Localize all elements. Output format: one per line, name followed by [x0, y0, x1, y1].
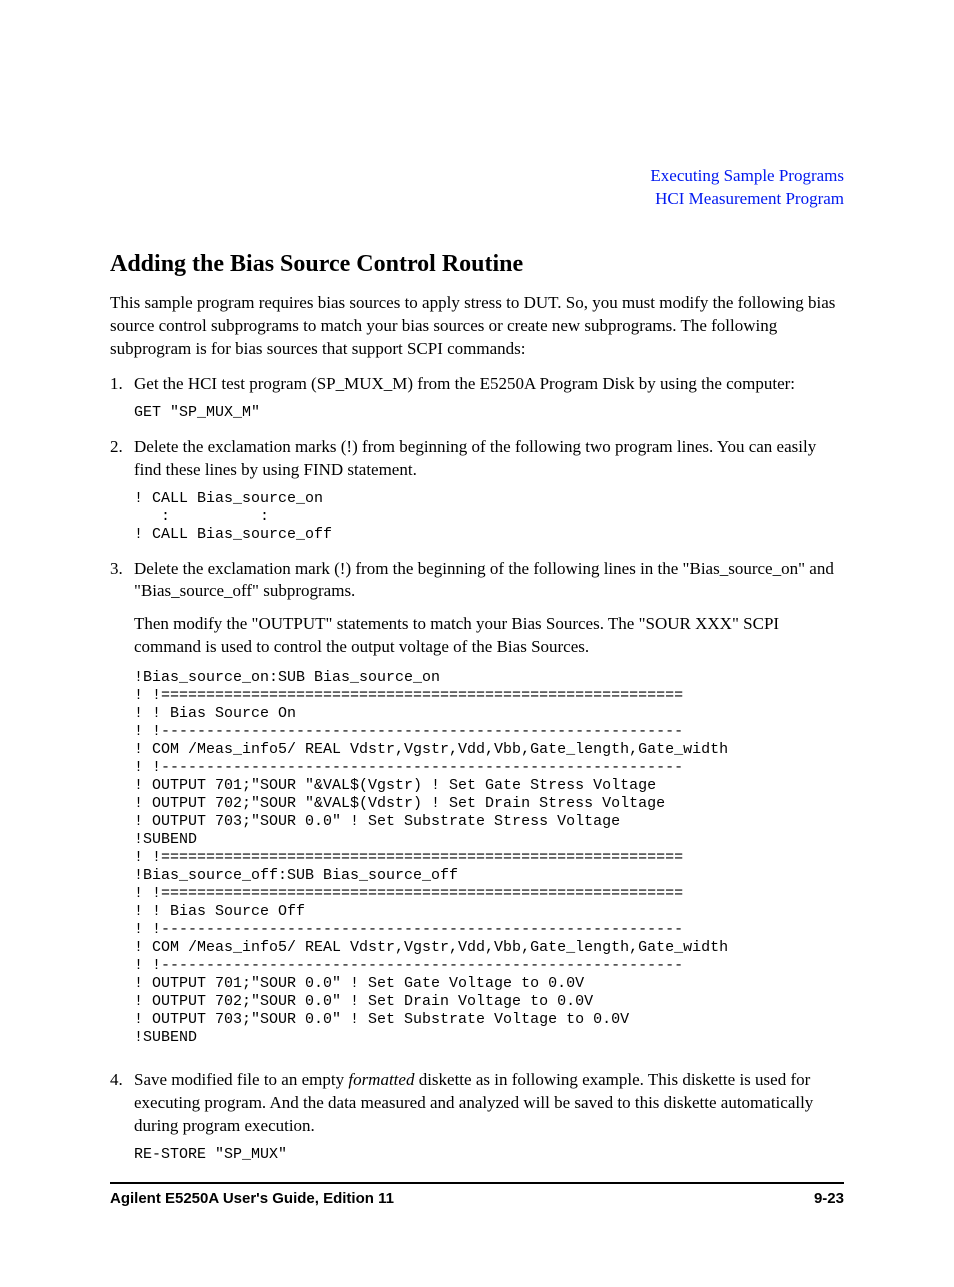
- footer-right: 9-23: [814, 1190, 844, 1207]
- intro-paragraph: This sample program requires bias source…: [110, 292, 844, 361]
- step-4: 4. Save modified file to an empty format…: [110, 1069, 844, 1138]
- step-number: 4.: [110, 1069, 134, 1138]
- step-3: 3. Delete the exclamation mark (!) from …: [110, 558, 844, 1062]
- step-text-1: Delete the exclamation mark (!) from the…: [134, 558, 844, 604]
- step-body: Delete the exclamation mark (!) from the…: [134, 558, 844, 1062]
- code-block: RE-STORE "SP_MUX": [134, 1146, 844, 1164]
- step-text: Delete the exclamation marks (!) from be…: [134, 437, 816, 479]
- code-block: ! CALL Bias_source_on : : ! CALL Bias_so…: [134, 490, 844, 544]
- code-block: GET "SP_MUX_M": [134, 404, 844, 422]
- step-body: Delete the exclamation marks (!) from be…: [134, 436, 844, 482]
- step-text-italic: formatted: [348, 1070, 414, 1089]
- step-number: 2.: [110, 436, 134, 482]
- document-page: Executing Sample Programs HCI Measuremen…: [0, 0, 954, 1287]
- page-footer: Agilent E5250A User's Guide, Edition 11 …: [110, 1182, 844, 1207]
- header-line2: HCI Measurement Program: [110, 188, 844, 211]
- step-number: 1.: [110, 373, 134, 396]
- step-text-2: Then modify the "OUTPUT" statements to m…: [134, 613, 844, 659]
- step-number: 3.: [110, 558, 134, 1062]
- step-body: Save modified file to an empty formatted…: [134, 1069, 844, 1138]
- code-block: !Bias_source_on:SUB Bias_source_on ! !==…: [134, 669, 844, 1047]
- footer-left: Agilent E5250A User's Guide, Edition 11: [110, 1190, 394, 1207]
- section-heading: Adding the Bias Source Control Routine: [110, 251, 844, 278]
- step-body: Get the HCI test program (SP_MUX_M) from…: [134, 373, 844, 396]
- step-1: 1. Get the HCI test program (SP_MUX_M) f…: [110, 373, 844, 396]
- header-breadcrumb: Executing Sample Programs HCI Measuremen…: [110, 165, 844, 211]
- header-line1: Executing Sample Programs: [110, 165, 844, 188]
- step-text: Get the HCI test program (SP_MUX_M) from…: [134, 374, 795, 393]
- step-2: 2. Delete the exclamation marks (!) from…: [110, 436, 844, 482]
- step-text-pre: Save modified file to an empty: [134, 1070, 348, 1089]
